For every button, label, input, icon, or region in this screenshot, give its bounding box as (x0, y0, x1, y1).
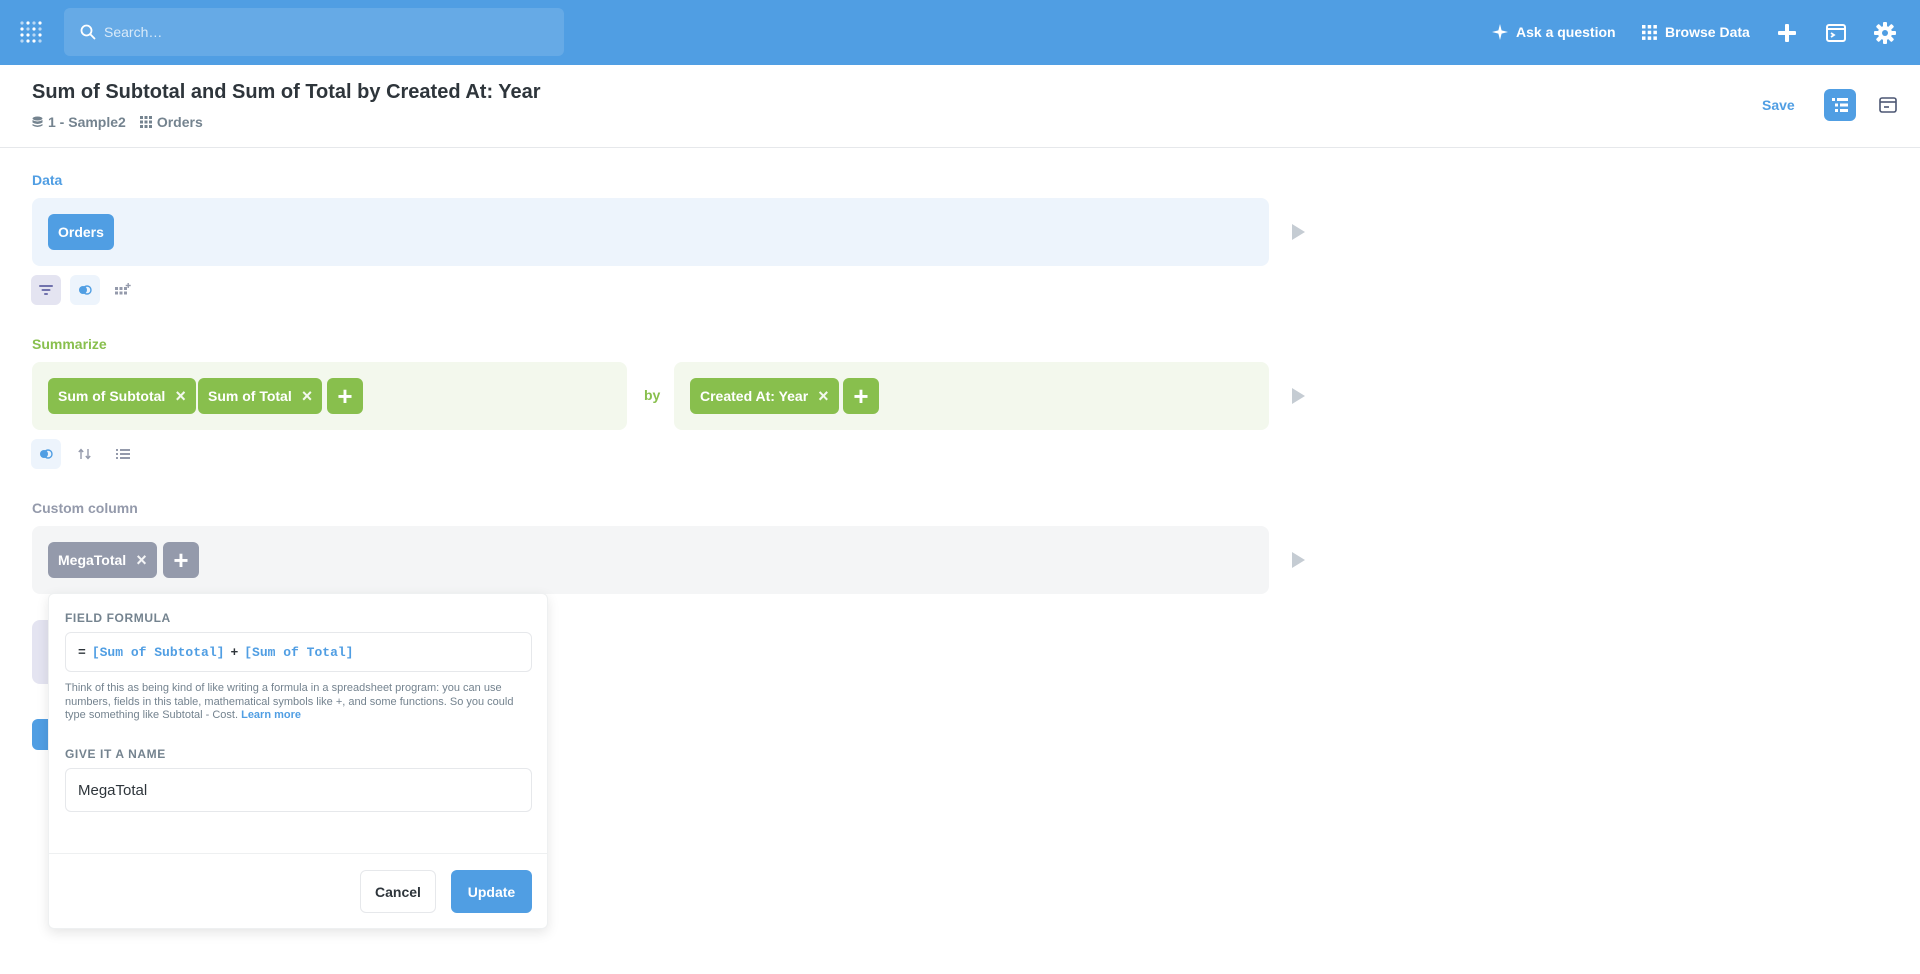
gear-icon[interactable] (1873, 21, 1897, 45)
data-step-box: Orders (32, 198, 1269, 266)
summarize-breakout-box: Created At: Year × + (674, 362, 1269, 430)
browse-data-label: Browse Data (1665, 24, 1750, 40)
remove-metric-icon[interactable]: × (175, 387, 186, 405)
browse-data-button[interactable]: Browse Data (1642, 19, 1750, 45)
sort-icon (78, 448, 91, 460)
filter-icon (39, 285, 53, 295)
breadcrumb-database[interactable]: 1 - Sample2 (32, 114, 126, 130)
formula-field-token: [Sum of Total] (244, 644, 354, 660)
search-input[interactable] (104, 8, 544, 56)
view-sql-button[interactable] (1876, 93, 1900, 117)
save-button[interactable]: Save (1762, 97, 1795, 113)
breadcrumb-table-label: Orders (156, 114, 203, 130)
add-filter-action[interactable] (31, 275, 61, 305)
summarize-metrics-box: Sum of Subtotal × Sum of Total × + (32, 362, 627, 430)
search-bar[interactable] (64, 8, 564, 56)
custom-column-step-box: MegaTotal × + (32, 526, 1269, 594)
data-step-label: Data (32, 172, 63, 188)
metric-label: Sum of Total (208, 388, 292, 404)
summarize-step-preview-icon[interactable] (1292, 388, 1305, 404)
cancel-button[interactable]: Cancel (360, 870, 436, 913)
notebook-toggle-button[interactable] (1824, 89, 1856, 121)
breakout-label: Created At: Year (700, 388, 809, 404)
summarize-by-label: by (644, 387, 661, 403)
update-button[interactable]: Update (451, 870, 532, 913)
breadcrumb-database-label: 1 - Sample2 (48, 114, 126, 130)
formula-operator: + (230, 644, 239, 660)
add-join-action-2[interactable] (31, 439, 61, 469)
grid-icon (1642, 24, 1657, 40)
sql-preview-icon (1879, 97, 1897, 113)
metric-pill-sum-subtotal[interactable]: Sum of Subtotal × (48, 378, 196, 414)
data-table-label: Orders (58, 224, 104, 240)
notebook-icon (1832, 98, 1848, 112)
metric-label: Sum of Subtotal (58, 388, 166, 404)
top-navbar: Ask a question Browse Data (0, 0, 1920, 65)
join-icon (40, 449, 53, 459)
grid-add-icon (115, 283, 131, 295)
question-header: Sum of Subtotal and Sum of Total by Crea… (0, 65, 1920, 148)
add-custom-column-action[interactable] (108, 275, 138, 305)
custom-column-step-label: Custom column (32, 500, 138, 516)
sql-editor-icon[interactable] (1824, 21, 1848, 45)
sparkle-icon (1492, 24, 1508, 40)
add-join-action[interactable] (70, 275, 100, 305)
search-icon (80, 24, 96, 40)
field-formula-label: FIELD FORMULA (65, 611, 171, 625)
database-icon (32, 116, 43, 127)
learn-more-link[interactable]: Learn more (241, 709, 301, 721)
data-table-pill[interactable]: Orders (48, 214, 114, 250)
table-grid-icon (139, 116, 152, 128)
remove-metric-icon[interactable]: × (302, 387, 313, 405)
remove-breakout-icon[interactable]: × (818, 387, 829, 405)
remove-custom-column-icon[interactable]: × (136, 551, 147, 569)
custom-column-pill-megatotal[interactable]: MegaTotal × (48, 542, 157, 578)
add-limit-action[interactable] (108, 439, 138, 469)
add-custom-column-button[interactable]: + (163, 542, 199, 578)
add-sort-action[interactable] (70, 439, 100, 469)
custom-column-editor-popover: FIELD FORMULA = [Sum of Subtotal] + [Sum… (48, 593, 548, 929)
breadcrumb-table[interactable]: Orders (139, 114, 203, 130)
summarize-step-label: Summarize (32, 336, 107, 352)
formula-help-text: Think of this as being kind of like writ… (65, 682, 535, 723)
breakout-pill-created-at-year[interactable]: Created At: Year × (690, 378, 839, 414)
add-breakout-button[interactable]: + (843, 378, 879, 414)
add-metric-button[interactable]: + (327, 378, 363, 414)
custom-column-step-preview-icon[interactable] (1292, 552, 1305, 568)
add-icon[interactable] (1775, 21, 1799, 45)
ask-question-label: Ask a question (1516, 24, 1616, 40)
column-name-label: GIVE IT A NAME (65, 747, 166, 761)
metric-pill-sum-total[interactable]: Sum of Total × (198, 378, 323, 414)
custom-column-label: MegaTotal (58, 552, 127, 568)
join-icon (79, 285, 92, 295)
formula-editor[interactable]: = [Sum of Subtotal] + [Sum of Total] (65, 632, 532, 672)
list-icon (116, 449, 130, 459)
ask-question-button[interactable]: Ask a question (1492, 19, 1616, 45)
breadcrumb: 1 - Sample2 Orders (32, 114, 217, 130)
formula-field-token: [Sum of Subtotal] (91, 644, 225, 660)
popover-divider (49, 853, 547, 854)
page-title: Sum of Subtotal and Sum of Total by Crea… (32, 81, 541, 103)
metabase-logo-icon[interactable] (18, 19, 46, 47)
formula-equals: = (78, 644, 86, 660)
data-step-preview-icon[interactable] (1292, 224, 1305, 240)
column-name-input[interactable] (65, 768, 532, 812)
